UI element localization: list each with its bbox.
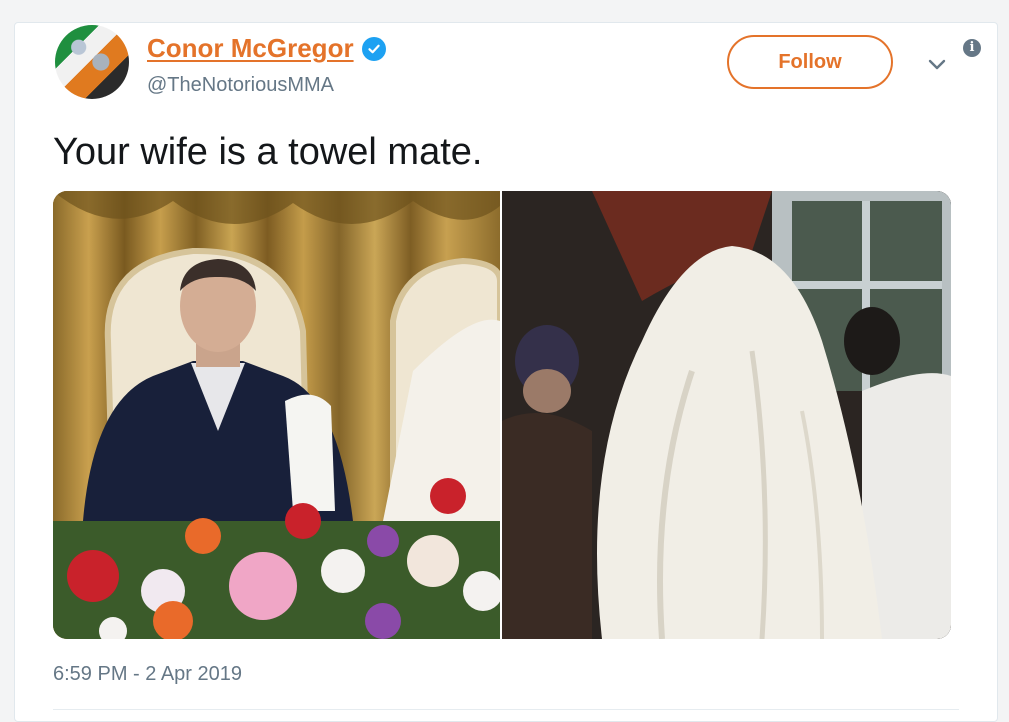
author-handle[interactable]: @TheNotoriousMMA (147, 74, 334, 97)
chevron-down-icon[interactable] (927, 57, 947, 71)
veiled-bride-photo[interactable] (502, 191, 951, 639)
follow-button[interactable]: Follow (727, 35, 893, 89)
tweet-card: Conor McGregor @TheNotoriousMMA Follow i… (14, 22, 998, 722)
groom-at-table-photo[interactable] (53, 191, 500, 639)
groom-at-table-illustration (53, 191, 500, 639)
author-name-row: Conor McGregor (147, 33, 386, 64)
divider (53, 709, 959, 710)
info-icon[interactable]: i (963, 39, 981, 57)
author-name[interactable]: Conor McGregor (147, 33, 354, 64)
tweet-text: Your wife is a towel mate. (53, 131, 483, 173)
author-avatar[interactable] (55, 25, 129, 99)
tweet-timestamp[interactable]: 6:59 PM - 2 Apr 2019 (53, 663, 242, 686)
verified-badge-icon (361, 36, 386, 61)
tweet-media[interactable] (53, 191, 951, 639)
veiled-bride-illustration (502, 191, 951, 639)
